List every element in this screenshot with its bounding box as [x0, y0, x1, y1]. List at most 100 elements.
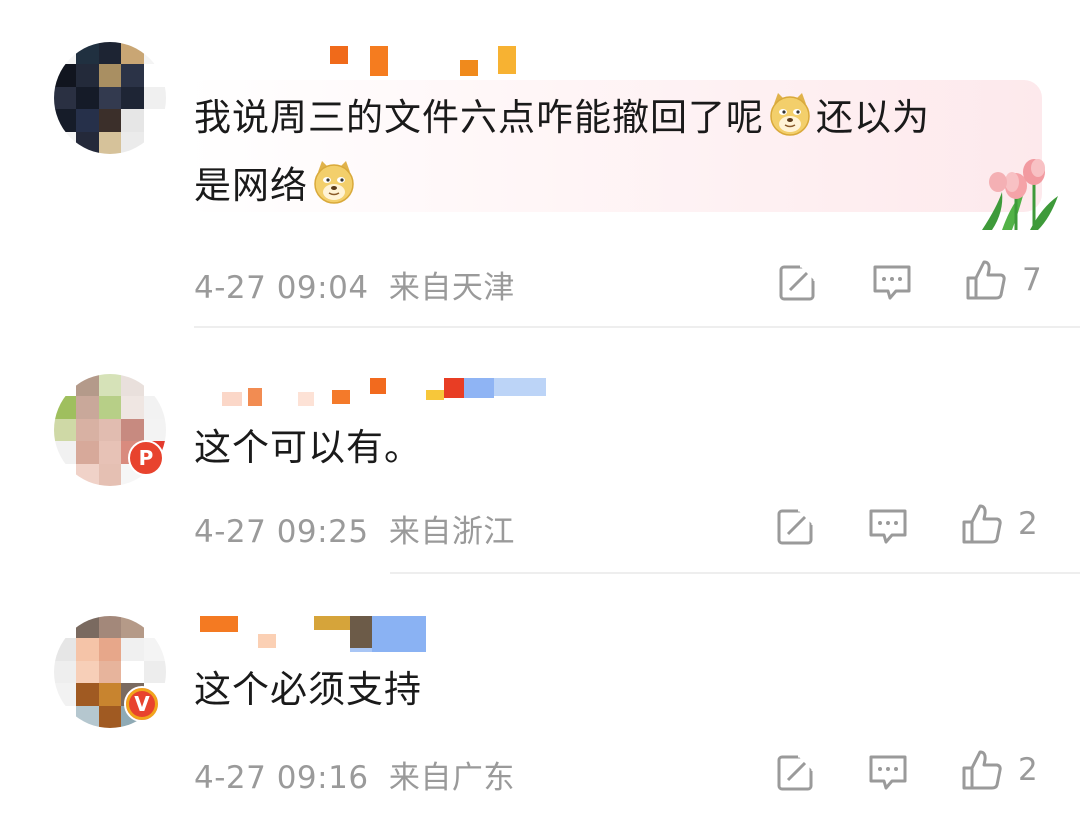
comment-text: 我说周三的文件六点咋能撤回了呢 还以为 是网络 — [194, 84, 1034, 220]
avatar-pixel — [98, 396, 122, 419]
avatar-pixel — [143, 418, 166, 442]
avatar-pixel — [54, 396, 77, 419]
comment-item: V 这个必须支持 4-27 09:16 来自广东 2 — [0, 576, 1080, 832]
comment-meta: 4-27 09:25 来自浙江 — [194, 506, 515, 551]
like-count: 2 — [1018, 506, 1038, 542]
avatar-pixel — [143, 660, 166, 684]
avatar-pixel — [98, 660, 122, 684]
username-mosaic-block — [464, 378, 494, 398]
avatar-pixel — [54, 42, 77, 65]
avatar-pixel — [143, 616, 166, 639]
avatar-pixel — [76, 638, 99, 661]
avatar-pixel — [54, 418, 77, 442]
verified-badge-icon: V — [124, 686, 160, 722]
avatar-pixel — [98, 64, 122, 87]
repost-icon — [777, 508, 815, 545]
like-count: 7 — [1022, 262, 1042, 298]
avatar-pixel — [121, 660, 144, 684]
avatar-pixel — [121, 86, 144, 110]
avatar-pixel — [76, 396, 99, 419]
avatar-pixel — [98, 441, 122, 464]
avatar-pixel — [76, 705, 99, 728]
avatar-pixel — [143, 638, 166, 661]
comment-text-mid: 还以为 — [816, 96, 930, 139]
repost-button[interactable] — [776, 506, 816, 546]
avatar-pixel — [54, 131, 77, 154]
avatar-pixel — [76, 616, 99, 639]
repost-button[interactable] — [776, 752, 816, 792]
comment-time: 4-27 09:16 — [194, 760, 369, 796]
username-mosaic-block — [200, 616, 238, 632]
avatar-pixel — [143, 42, 166, 65]
avatar-pixel — [98, 463, 122, 486]
comment-button[interactable] — [868, 506, 908, 546]
like-count: 2 — [1018, 752, 1038, 788]
avatar-pixel — [98, 131, 122, 154]
thumbs-up-icon — [966, 260, 1006, 300]
comment-time: 4-27 09:25 — [194, 514, 369, 550]
thumbs-up-icon — [962, 750, 1002, 790]
avatar-pixel — [76, 131, 99, 154]
avatar-pixel — [121, 638, 144, 661]
comment-location: 来自天津 — [388, 270, 515, 306]
username[interactable] — [222, 374, 562, 406]
avatar-pixel — [54, 638, 77, 661]
comment-meta: 4-27 09:16 来自广东 — [194, 752, 515, 797]
avatar-pixel — [76, 463, 99, 486]
username-mosaic-block — [444, 378, 464, 398]
avatar-pixel — [54, 660, 77, 684]
avatar-pixel — [76, 42, 99, 65]
comment-text-line2: 是网络 — [194, 164, 308, 207]
comment-item: P 这个可以有。 4-27 09:25 来自浙江 2 — [0, 330, 1080, 576]
avatar-pixel — [76, 64, 99, 87]
tulip-decoration-icon — [982, 159, 1058, 230]
username-mosaic-block — [350, 648, 372, 652]
username[interactable] — [200, 616, 440, 652]
avatar-pixel — [54, 463, 77, 486]
comment-button[interactable] — [868, 752, 908, 792]
avatar-pixel — [143, 374, 166, 397]
repost-button[interactable] — [778, 262, 818, 302]
avatar-pixel — [54, 86, 77, 110]
avatar-pixel — [98, 683, 122, 706]
comment-button[interactable] — [872, 262, 912, 302]
username-mosaic-block — [350, 616, 372, 648]
avatar-pixel — [143, 396, 166, 419]
avatar-pixel — [143, 86, 166, 110]
avatar-pixel — [98, 418, 122, 442]
username-mosaic-block — [298, 392, 314, 406]
avatar-pixel — [121, 374, 144, 397]
avatar-pixel — [76, 660, 99, 684]
avatar-pixel — [143, 109, 166, 132]
avatar-pixel — [121, 131, 144, 154]
avatar-pixel — [76, 86, 99, 110]
avatar-pixel — [98, 374, 122, 397]
username[interactable] — [330, 42, 530, 76]
avatar-pixel — [121, 42, 144, 65]
avatar-pixel — [121, 64, 144, 87]
avatar-pixel — [98, 616, 122, 639]
avatar-pixel — [54, 683, 77, 706]
avatar-pixel — [121, 396, 144, 419]
like-button[interactable]: 7 — [964, 258, 1042, 302]
thumbs-up-icon — [962, 504, 1002, 544]
like-button[interactable]: 2 — [960, 502, 1038, 546]
avatar-pixel — [98, 638, 122, 661]
like-button[interactable]: 2 — [960, 748, 1038, 792]
comment-icon — [873, 265, 911, 300]
avatar[interactable] — [54, 42, 166, 154]
avatar-pixel — [98, 705, 122, 728]
avatar-pixel — [143, 64, 166, 87]
avatar-pixel — [121, 616, 144, 639]
divider — [194, 326, 1080, 328]
repost-icon — [779, 264, 817, 301]
username-mosaic-block — [314, 616, 352, 630]
avatar-pixel — [121, 109, 144, 132]
avatar-pixel — [76, 418, 99, 442]
username-mosaic-block — [372, 616, 426, 652]
avatar-pixel — [98, 86, 122, 110]
doge-emoji-icon — [310, 158, 358, 206]
avatar-pixel — [54, 109, 77, 132]
avatar-pixel — [76, 109, 99, 132]
username-mosaic-block — [370, 46, 388, 76]
